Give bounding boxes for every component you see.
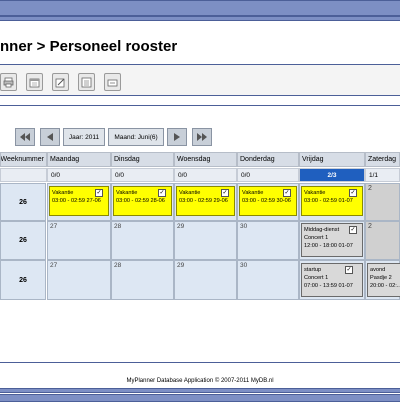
month-label[interactable]: Maand: Juni(6) xyxy=(108,128,164,146)
bottom-band xyxy=(0,388,400,393)
day-number: 29 xyxy=(177,262,185,269)
print-icon[interactable] xyxy=(0,73,17,91)
event-title: avond xyxy=(370,267,386,273)
checkbox-icon[interactable]: ✓ xyxy=(349,226,357,234)
checkbox-icon[interactable]: ✓ xyxy=(345,266,353,274)
day-number: 2 xyxy=(368,185,372,192)
day-number: 28 xyxy=(114,262,122,269)
week-number-cell: 26 xyxy=(0,221,46,260)
event-location: Concert 1 xyxy=(304,235,329,241)
day-number: 29 xyxy=(177,223,185,230)
day-header-wednesday[interactable]: Woensdag xyxy=(174,152,237,167)
next-month-button[interactable] xyxy=(167,128,187,146)
calendar-cell[interactable]: 30 xyxy=(237,221,299,260)
checkbox-icon[interactable]: ✓ xyxy=(158,189,166,197)
calendar-cell[interactable]: 29 xyxy=(174,260,237,300)
day-number: 27 xyxy=(50,223,58,230)
week-number-header: Weeknummer xyxy=(0,152,47,167)
event-time: 20:00 - 02:... xyxy=(370,283,400,289)
calendar-cell[interactable]: 30 xyxy=(237,260,299,300)
checkbox-icon[interactable]: ✓ xyxy=(95,189,103,197)
event-location: Pasdje 2 xyxy=(370,275,392,281)
day-number: 27 xyxy=(50,262,58,269)
day-header-monday[interactable]: Maandag xyxy=(47,152,111,167)
day-number: 28 xyxy=(114,223,122,230)
calendar-cell[interactable]: 2 xyxy=(365,183,400,221)
event-time: 03:00 - 02:59 01-07 xyxy=(304,198,353,204)
calendar-icon[interactable] xyxy=(26,73,43,91)
event-time: 12:00 - 18:00 01-07 xyxy=(304,243,353,249)
top-band-lower xyxy=(0,16,400,21)
calendar-cell[interactable]: 27 xyxy=(47,260,111,300)
footer-copyright: MyPlanner Database Application © 2007-20… xyxy=(126,378,274,384)
first-month-button[interactable] xyxy=(15,128,35,146)
event-time: 03:00 - 02:59 29-06 xyxy=(179,198,228,204)
bottom-band-lower xyxy=(0,394,400,402)
count-row-spacer xyxy=(0,168,47,182)
day-count-friday: 2/3 xyxy=(299,168,365,182)
week-number-cell: 26 xyxy=(0,183,46,221)
event-time: 03:00 - 02:59 30-06 xyxy=(242,198,291,204)
day-header-tuesday[interactable]: Dinsdag xyxy=(111,152,174,167)
list-icon[interactable] xyxy=(78,73,95,91)
day-number: 30 xyxy=(240,262,248,269)
checkbox-icon[interactable]: ✓ xyxy=(221,189,229,197)
export-icon[interactable] xyxy=(104,73,121,91)
last-month-button[interactable] xyxy=(192,128,212,146)
top-band xyxy=(0,0,400,16)
event-location: Concert 1 xyxy=(304,275,329,281)
page-title: nner > Personeel rooster xyxy=(0,38,178,55)
day-count-tuesday: 0/0 xyxy=(111,168,174,182)
day-header-thursday[interactable]: Donderdag xyxy=(237,152,299,167)
day-number: 2 xyxy=(368,223,372,230)
year-label[interactable]: Jaar: 2011 xyxy=(63,128,105,146)
calendar-cell[interactable]: 2 xyxy=(365,221,400,260)
day-count-monday: 0/0 xyxy=(47,168,111,182)
day-header-saturday[interactable]: Zaterdag xyxy=(365,152,400,167)
event-time: 03:00 - 02:59 27-06 xyxy=(52,198,101,204)
event-time: 03:00 - 02:59 28-06 xyxy=(116,198,165,204)
week-number-cell: 26 xyxy=(0,260,46,300)
calendar-cell[interactable]: 29 xyxy=(174,221,237,260)
event-shift[interactable]: avond Pasdje 2 20:00 - 02:... xyxy=(367,263,400,297)
day-header-friday[interactable]: Vrijdag xyxy=(299,152,365,167)
calendar-cell[interactable]: 28 xyxy=(111,221,174,260)
day-count-thursday: 0/0 xyxy=(237,168,299,182)
event-shift[interactable]: startup Concert 1 07:00 - 13:59 01-07 xyxy=(301,263,363,297)
edit-icon[interactable] xyxy=(52,73,69,91)
prev-month-button[interactable] xyxy=(40,128,60,146)
checkbox-icon[interactable]: ✓ xyxy=(349,189,357,197)
event-time: 07:00 - 13:59 01-07 xyxy=(304,283,353,289)
checkbox-icon[interactable]: ✓ xyxy=(283,189,291,197)
calendar-cell[interactable]: 27 xyxy=(47,221,111,260)
calendar-cell[interactable]: 28 xyxy=(111,260,174,300)
day-number: 30 xyxy=(240,223,248,230)
day-count-saturday: 1/1 xyxy=(365,168,400,182)
day-count-wednesday: 0/0 xyxy=(174,168,237,182)
